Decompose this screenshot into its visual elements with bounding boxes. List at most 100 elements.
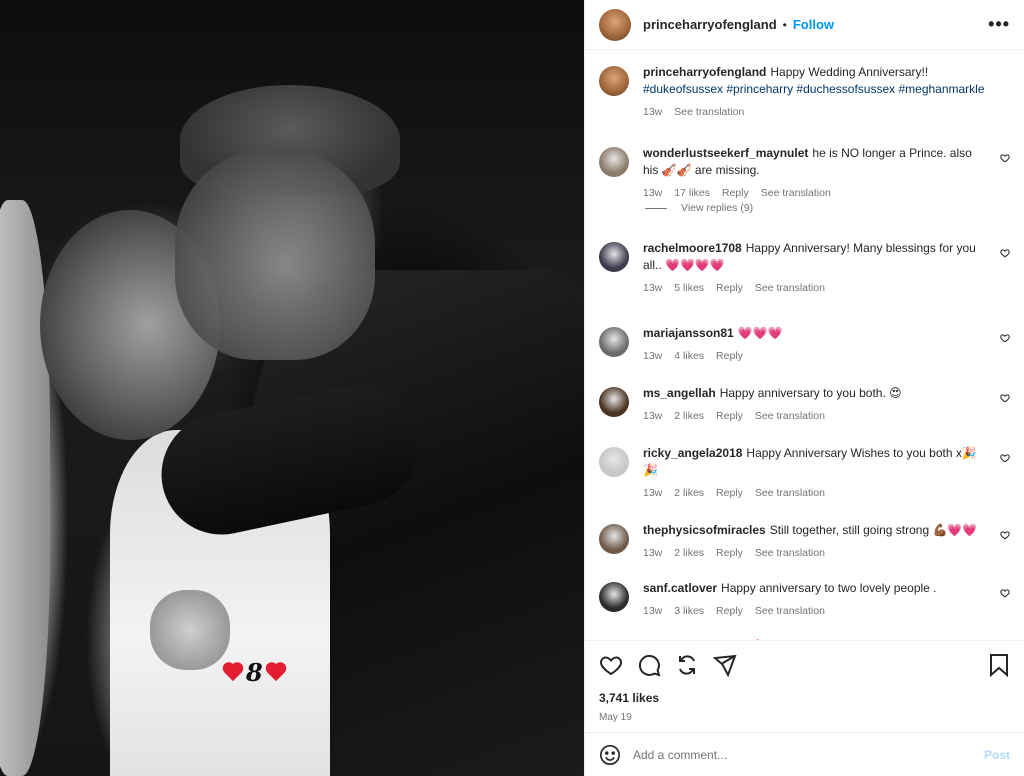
comment-text: Still together, still going strong 💪🏾💗💗 [769, 523, 978, 537]
repost-icon[interactable] [675, 653, 699, 677]
comment-likes[interactable]: 17 likes [674, 185, 710, 202]
comment-likes[interactable]: 4 likes [674, 348, 704, 365]
post-details-pane: princeharryofengland • Follow ••• prince… [584, 0, 1024, 776]
reply-button[interactable]: Reply [722, 185, 749, 202]
photo-hand [150, 590, 230, 670]
comment-likes[interactable]: 2 likes [674, 408, 704, 425]
comment-item: mariajansson81 💗💗💗 13w 4 likes Reply [599, 325, 1010, 365]
comments-list[interactable]: princeharryofengland Happy Wedding Annive… [585, 50, 1024, 640]
reply-button[interactable]: Reply [716, 603, 743, 620]
comment-age: 13w [643, 350, 663, 362]
comment-item: a_phil_1 Yes Harry 🔥 Let the haters suck … [599, 638, 1010, 640]
comment-like-heart-icon[interactable] [1000, 333, 1010, 343]
comment-like-heart-icon[interactable] [1000, 393, 1010, 403]
separator-dot: • [782, 17, 787, 32]
comment-like-heart-icon[interactable] [1000, 248, 1010, 258]
comment-age: 13w [643, 547, 663, 559]
comment-icon[interactable] [637, 653, 661, 677]
heart-icon [222, 663, 244, 683]
follow-button[interactable]: Follow [793, 17, 834, 32]
like-heart-icon[interactable] [599, 653, 623, 677]
comment-likes[interactable]: 5 likes [674, 280, 704, 297]
see-translation-link[interactable]: See translation [761, 185, 831, 202]
comment-username[interactable]: ricky_angela2018 [643, 446, 742, 460]
view-replies-button[interactable]: View replies (9) [645, 202, 1010, 214]
comment-like-heart-icon[interactable] [1000, 530, 1010, 540]
comment-item: ms_angellah Happy anniversary to you both… [599, 385, 1010, 425]
avatar[interactable] [599, 582, 629, 612]
photo-figure-left [0, 200, 50, 776]
reply-button[interactable]: Reply [716, 408, 743, 425]
comment-item: ricky_angela2018 Happy Anniversary Wishes… [599, 445, 1010, 502]
avatar[interactable] [599, 242, 629, 272]
post-actions: 3,741 likes May 19 [585, 640, 1024, 732]
bookmark-icon[interactable] [988, 653, 1010, 677]
post-header: princeharryofengland • Follow ••• [585, 0, 1024, 50]
comment-item: rachelmoore1708 Happy Anniversary! Many b… [599, 240, 1010, 297]
comment-username[interactable]: ms_angellah [643, 386, 716, 400]
share-icon[interactable] [713, 653, 737, 677]
comment-username[interactable]: mariajansson81 [643, 326, 734, 340]
avatar[interactable] [599, 147, 629, 177]
comment-like-heart-icon[interactable] [1000, 453, 1010, 463]
comment-age: 13w [643, 410, 663, 422]
replies-line [645, 207, 667, 209]
add-comment-bar: Post [585, 732, 1024, 776]
comment-age: 13w [643, 282, 663, 294]
see-translation-link[interactable]: See translation [755, 408, 825, 425]
post-username[interactable]: princeharryofengland [643, 17, 777, 32]
see-translation-link[interactable]: See translation [755, 603, 825, 620]
post-date: May 19 [599, 712, 632, 723]
comment-text: Yes Harry 🔥 Let the haters suck salt [695, 639, 892, 640]
comment-username[interactable]: thephysicsofmiracles [643, 523, 766, 537]
more-options-icon[interactable]: ••• [988, 14, 1010, 35]
comment-age: 13w [643, 187, 663, 199]
comment-username[interactable]: rachelmoore1708 [643, 241, 742, 255]
comment-input[interactable] [633, 747, 984, 762]
comment-username[interactable]: sanf.catlover [643, 581, 717, 595]
sticker-number: 8 [246, 658, 263, 687]
caption-username[interactable]: princeharryofengland [643, 65, 766, 79]
post-photo[interactable]: 8 [0, 0, 584, 776]
reply-button[interactable]: Reply [716, 485, 743, 502]
comment-text: Happy anniversary to you both. 😍 [719, 386, 902, 400]
comment-like-heart-icon[interactable] [1000, 153, 1010, 163]
comment-text: Happy anniversary to two lovely people . [721, 581, 937, 595]
comment-item: thephysicsofmiracles Still together, stil… [599, 522, 1010, 562]
avatar[interactable] [599, 447, 629, 477]
view-replies-label[interactable]: View replies (9) [681, 202, 753, 214]
caption: princeharryofengland Happy Wedding Annive… [599, 64, 1010, 121]
comment-like-heart-icon[interactable] [1000, 588, 1010, 598]
avatar[interactable] [599, 327, 629, 357]
comment-likes[interactable]: 2 likes [674, 485, 704, 502]
see-translation-link[interactable]: See translation [674, 104, 744, 121]
comment-username[interactable]: wonderlustseekerf_maynulet [643, 146, 808, 160]
photo-groom [175, 150, 375, 360]
heart-icon [265, 663, 287, 683]
avatar[interactable] [599, 66, 629, 96]
avatar[interactable] [599, 387, 629, 417]
avatar[interactable] [599, 8, 631, 41]
reply-button[interactable]: Reply [716, 545, 743, 562]
post-comment-button[interactable]: Post [984, 748, 1010, 762]
see-translation-link[interactable]: See translation [755, 280, 825, 297]
comment-text: 💗💗💗 [737, 326, 783, 340]
comment-username[interactable]: a_phil_1 [643, 639, 691, 640]
comment-age: 13w [643, 487, 663, 499]
caption-age: 13w [643, 106, 663, 118]
reply-button[interactable]: Reply [716, 348, 743, 365]
comment-item: wonderlustseekerf_maynulet he is NO longe… [599, 145, 1010, 202]
caption-hashtags[interactable]: #dukeofsussex #princeharry #duchessofsus… [643, 82, 985, 96]
emoji-icon[interactable] [599, 744, 621, 766]
see-translation-link[interactable]: See translation [755, 485, 825, 502]
avatar[interactable] [599, 524, 629, 554]
comment-item: sanf.catlover Happy anniversary to two lo… [599, 580, 1010, 620]
reply-button[interactable]: Reply [716, 280, 743, 297]
caption-text: Happy Wedding Anniversary!! [770, 65, 929, 79]
comment-likes[interactable]: 2 likes [674, 545, 704, 562]
likes-count[interactable]: 3,741 likes [599, 691, 1010, 705]
see-translation-link[interactable]: See translation [755, 545, 825, 562]
anniversary-sticker: 8 [222, 658, 287, 687]
comment-likes[interactable]: 3 likes [674, 603, 704, 620]
comment-age: 13w [643, 605, 663, 617]
